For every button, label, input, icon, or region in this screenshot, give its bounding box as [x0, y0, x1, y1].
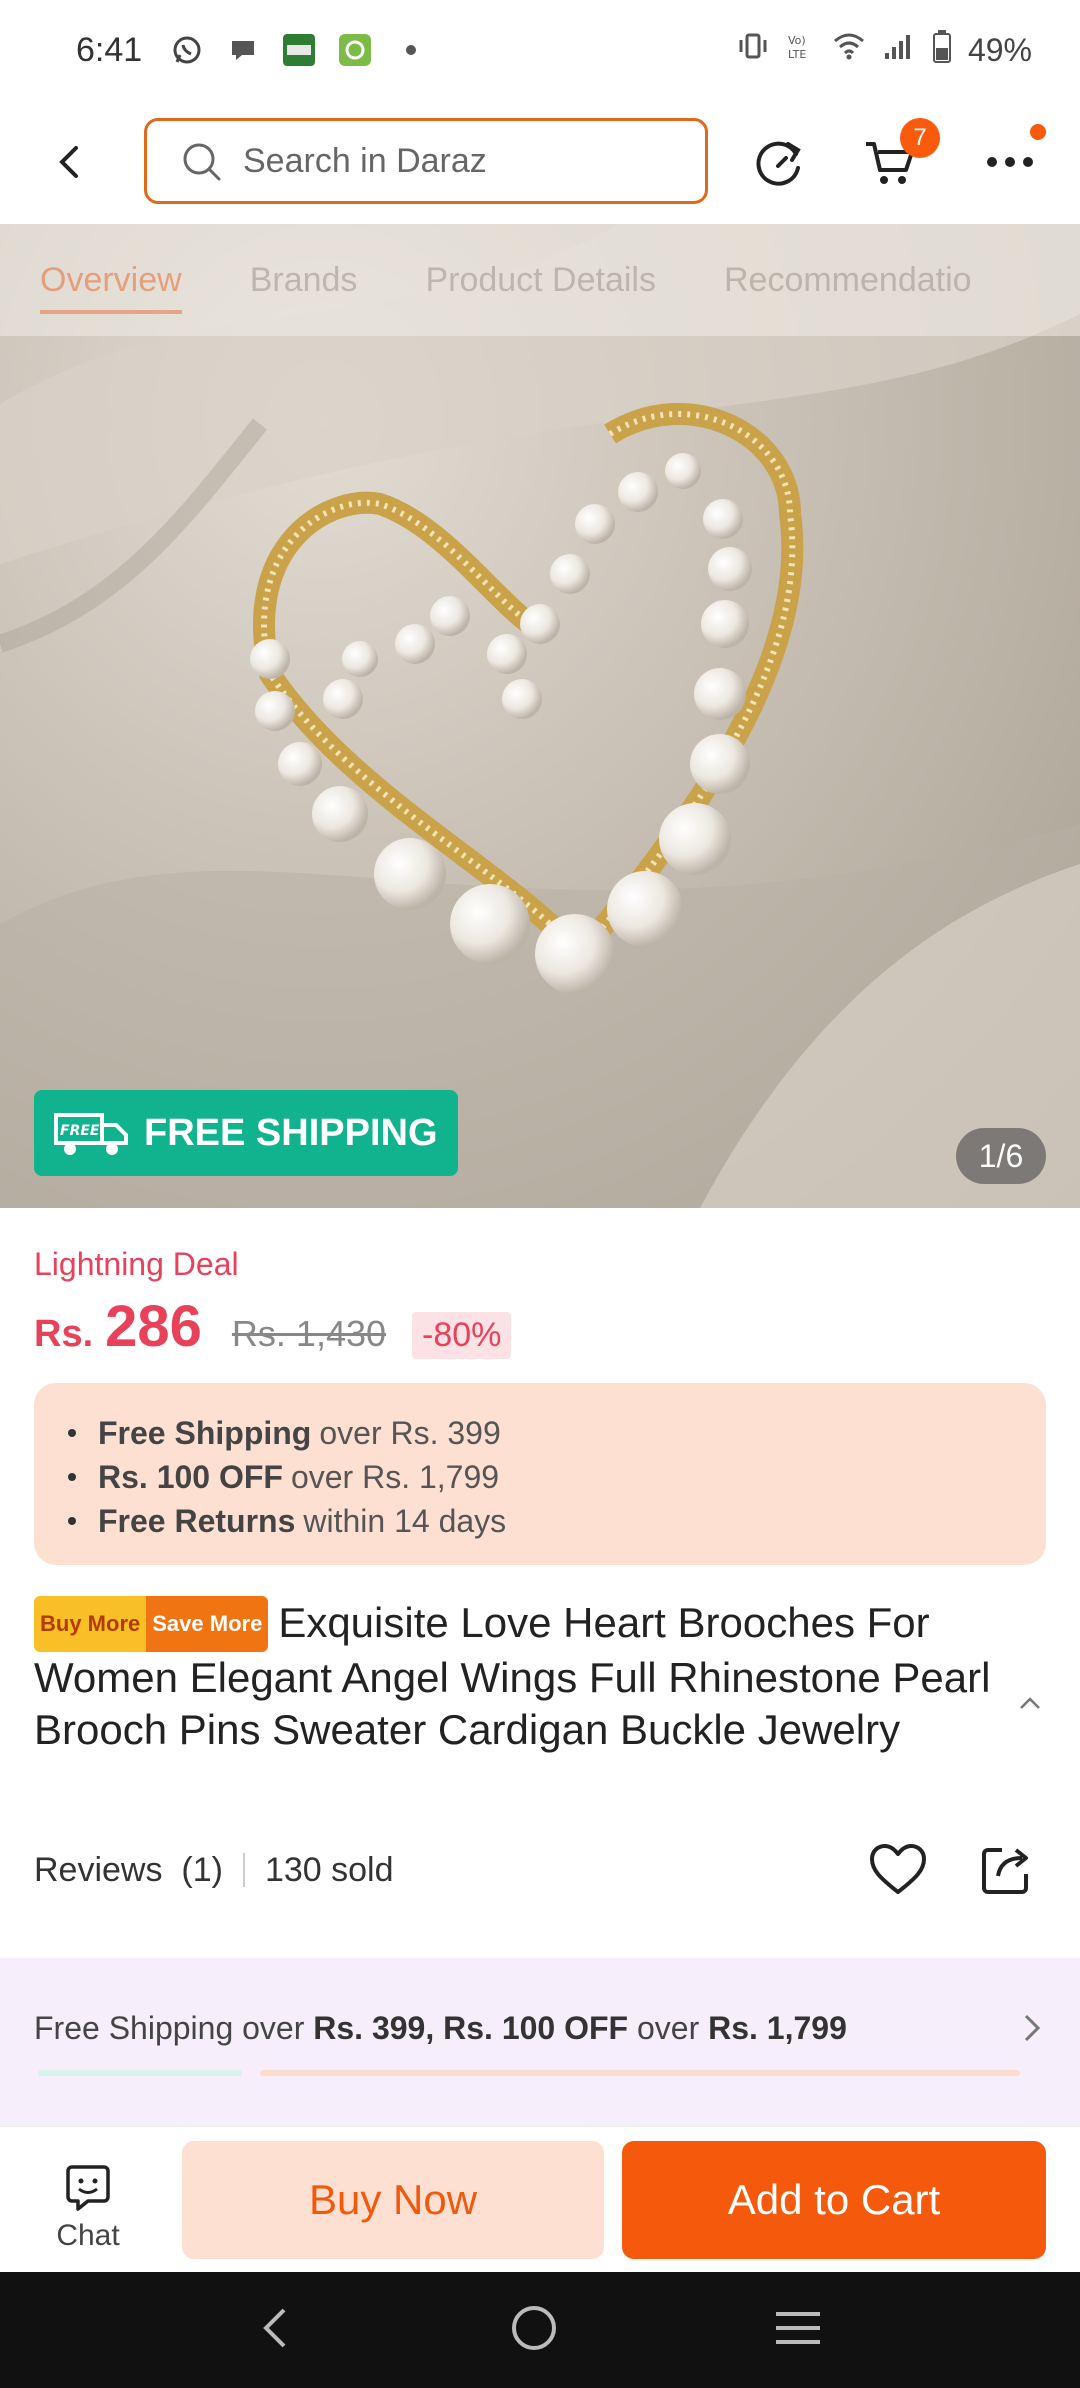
- save-more-tag: Save More: [146, 1596, 269, 1652]
- heart-icon: [870, 1844, 926, 1894]
- more-dots-icon: [987, 157, 1033, 167]
- system-navigation-bar: [0, 2272, 1080, 2388]
- signal-icon: [882, 31, 916, 69]
- free-shipping-badge: FREE FREE SHIPPING: [34, 1090, 458, 1176]
- home-circle-icon: [512, 2305, 556, 2350]
- tab-overview[interactable]: Overview: [40, 261, 182, 314]
- dot-icon: [394, 33, 428, 67]
- chevron-up-icon: [1020, 1697, 1040, 1709]
- share-button[interactable]: [972, 1836, 1040, 1904]
- wifi-icon: [832, 31, 866, 69]
- system-indicators: Vo) LTE 49%: [736, 29, 1032, 71]
- svg-text:FREE: FREE: [60, 1123, 100, 1139]
- chat-button[interactable]: Chat: [36, 2163, 140, 2259]
- tab-product-details[interactable]: Product Details: [425, 261, 656, 300]
- delivery-truck-icon: FREE: [54, 1113, 128, 1155]
- top-header: Search in Daraz 7: [0, 100, 1080, 224]
- shipping-offer-banner[interactable]: Free Shipping over Rs. 399, Rs. 100 OFF …: [0, 1958, 1080, 2126]
- chevron-right-icon: [1024, 2014, 1041, 2042]
- add-to-cart-button[interactable]: Add to Cart: [622, 2141, 1046, 2259]
- svg-text:LTE: LTE: [788, 48, 806, 61]
- back-button[interactable]: [20, 112, 120, 212]
- price-row: Rs. 286 Rs. 1,430 -80%: [34, 1293, 1046, 1360]
- sold-count: 130 sold: [264, 1850, 394, 1889]
- reviews-link[interactable]: Reviews (1): [34, 1851, 223, 1890]
- vibrate-icon: [736, 31, 770, 69]
- chat-icon: [66, 2165, 110, 2211]
- wishlist-button[interactable]: [864, 1836, 932, 1904]
- buy-now-button[interactable]: Buy Now: [182, 2141, 604, 2259]
- tab-recommendations[interactable]: Recommendatio: [724, 261, 972, 300]
- svg-text:Vo): Vo): [788, 34, 806, 47]
- chevron-left-icon: [59, 146, 78, 178]
- nav-back-button[interactable]: [256, 2304, 296, 2357]
- original-price: Rs. 1,430: [231, 1313, 387, 1354]
- search-input[interactable]: Search in Daraz: [144, 118, 708, 204]
- chat-bubble-icon: [226, 33, 260, 67]
- more-options-button[interactable]: [970, 122, 1050, 202]
- divider: [242, 1853, 245, 1887]
- menu-lines-icon: [776, 2311, 820, 2344]
- notification-dot: [1030, 124, 1046, 140]
- english-status-app-icon: [282, 33, 316, 67]
- reviews-row: Reviews (1) 130 sold: [34, 1840, 1046, 1900]
- battery-percent: 49%: [967, 31, 1032, 68]
- promo-box: Free Shipping over Rs. 399 Rs. 100 OFF ove…: [34, 1383, 1046, 1565]
- current-price: 286: [105, 1294, 202, 1359]
- progress-segment: [260, 2070, 1020, 2076]
- buy-more-tag: Buy More: [34, 1596, 147, 1652]
- refresh-app-icon: [338, 33, 372, 67]
- heart-brooch-image: [250, 403, 804, 994]
- status-time: 6:41: [76, 30, 143, 69]
- volte-icon: Vo) LTE: [786, 31, 816, 69]
- discount-badge: -80%: [412, 1312, 512, 1359]
- status-bar: 6:41 Vo) LTE 49%: [0, 0, 1080, 100]
- share-icon: [982, 1848, 1028, 1894]
- chat-label: Chat: [56, 2219, 120, 2252]
- price-currency: Rs.: [34, 1313, 94, 1355]
- search-icon: [183, 143, 221, 181]
- image-page-indicator: 1/6: [956, 1128, 1046, 1184]
- battery-icon: [932, 29, 952, 71]
- price-section: Lightning Deal Rs. 286 Rs. 1,430 -80%: [34, 1246, 1046, 1360]
- search-placeholder: Search in Daraz: [243, 141, 487, 180]
- whatsapp-icon: [170, 33, 204, 67]
- product-title: Buy More Save More Exquisite Love Heart Br…: [34, 1596, 994, 1756]
- promo-item: Free Shipping over Rs. 399: [68, 1411, 1046, 1455]
- shipping-offer-text: Free Shipping over Rs. 399, Rs. 100 OFF …: [34, 2010, 847, 2046]
- lightning-deal-label: Lightning Deal: [34, 1246, 239, 1282]
- rotate-arrow-icon: [756, 141, 801, 186]
- free-shipping-label: FREE SHIPPING: [144, 1111, 438, 1154]
- progress-segment: [38, 2070, 242, 2076]
- chevron-left-icon: [263, 2308, 286, 2347]
- cart-button[interactable]: 7: [850, 118, 940, 202]
- tab-brands[interactable]: Brands: [250, 261, 358, 300]
- product-image-gallery[interactable]: Overview Brands Product Details Recommen…: [0, 224, 1080, 1208]
- cart-count-badge: 7: [900, 118, 940, 158]
- bottom-action-bar: Chat Buy Now Add to Cart: [0, 2126, 1080, 2272]
- notification-icons: [170, 33, 428, 67]
- section-tabs: Overview Brands Product Details Recommen…: [0, 224, 1080, 336]
- promo-item: Free Returns within 14 days: [68, 1499, 1046, 1543]
- collapse-title-button[interactable]: [1010, 1688, 1050, 1718]
- share-refresh-button[interactable]: [740, 122, 820, 202]
- nav-recents-button[interactable]: [772, 2308, 824, 2353]
- nav-home-button[interactable]: [508, 2302, 560, 2359]
- promo-item: Rs. 100 OFF over Rs. 1,799: [68, 1455, 1046, 1499]
